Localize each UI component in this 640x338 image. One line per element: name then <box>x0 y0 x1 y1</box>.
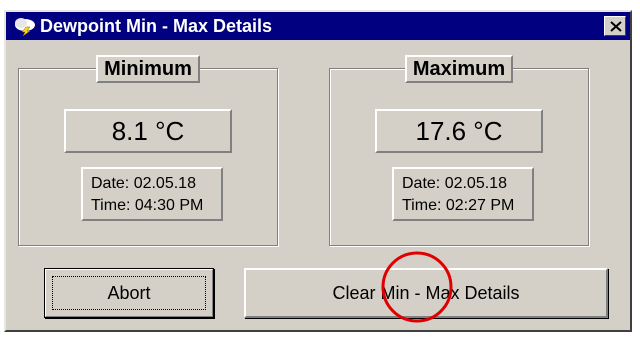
window-title: Dewpoint Min - Max Details <box>40 16 273 36</box>
clear-button-label: Clear Min - Max Details <box>332 283 520 303</box>
minimum-group: Minimum 8.1 °C Date: 02.05.18 Time: 04:3… <box>18 55 278 246</box>
maximum-time: Time: 02:27 PM <box>402 197 515 214</box>
minimum-label: Minimum <box>96 55 200 83</box>
maximum-value: 17.6 °C <box>375 109 543 153</box>
close-button[interactable] <box>604 16 626 36</box>
close-icon <box>610 21 622 32</box>
title-bar[interactable]: Dewpoint Min - Max Details <box>6 12 630 40</box>
minimum-date: Date: 02.05.18 <box>91 175 196 192</box>
maximum-date: Date: 02.05.18 <box>402 175 507 192</box>
minimum-datetime: Date: 02.05.18 Time: 04:30 PM <box>81 167 223 221</box>
dialog-window: Dewpoint Min - Max Details Minimum 8.1 °… <box>4 10 632 332</box>
abort-button[interactable]: Abort <box>44 268 214 318</box>
minimum-value: 8.1 °C <box>64 109 232 153</box>
minimum-time: Time: 04:30 PM <box>91 197 204 214</box>
maximum-label: Maximum <box>404 55 514 83</box>
focus-rectangle <box>52 276 206 310</box>
weather-cloud-lightning-icon <box>15 18 35 36</box>
maximum-datetime: Date: 02.05.18 Time: 02:27 PM <box>392 167 534 221</box>
clear-min-max-button[interactable]: Clear Min - Max Details <box>244 268 608 318</box>
maximum-group: Maximum 17.6 °C Date: 02.05.18 Time: 02:… <box>329 55 589 246</box>
